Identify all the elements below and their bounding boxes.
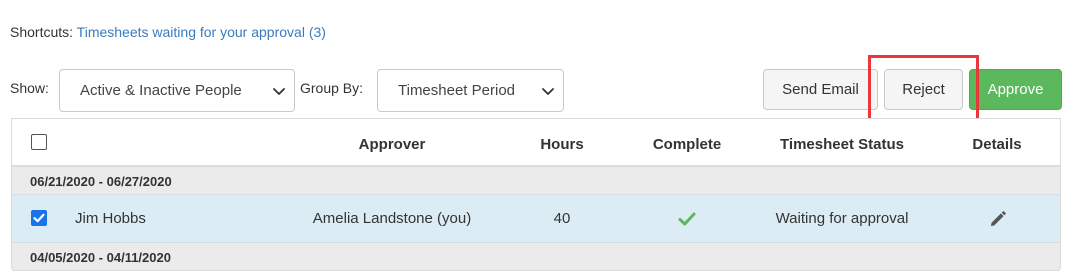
show-select-value: Active & Inactive People	[80, 82, 242, 99]
table-row[interactable]: Jim Hobbs Amelia Landstone (you) 40 Wait…	[12, 195, 1060, 243]
header-approver[interactable]: Approver	[302, 119, 482, 167]
employee-name[interactable]: Jim Hobbs	[75, 195, 146, 243]
group-by-select-value: Timesheet Period	[398, 82, 515, 99]
header-hours[interactable]: Hours	[512, 119, 612, 167]
header-timesheet-status[interactable]: Timesheet Status	[762, 119, 922, 167]
group-by-select[interactable]: Timesheet Period	[377, 69, 564, 112]
chevron-down-icon	[273, 87, 285, 95]
check-icon	[678, 212, 696, 226]
group-by-label: Group By:	[300, 80, 364, 96]
timesheet-table: Approver Hours Complete Timesheet Status…	[11, 118, 1061, 271]
group-row-period: 04/05/2020 - 04/11/2020	[12, 243, 1060, 271]
group-row-period: 06/21/2020 - 06/27/2020	[12, 167, 1060, 195]
approve-button[interactable]: Approve	[969, 69, 1062, 110]
shortcuts-bar: Shortcuts: Timesheets waiting for your a…	[10, 24, 326, 40]
reject-highlight-annotation	[868, 55, 979, 126]
timesheet-status: Waiting for approval	[775, 210, 909, 227]
header-details: Details	[972, 136, 1022, 153]
row-select-checkbox[interactable]	[31, 210, 47, 226]
header-complete[interactable]: Complete	[632, 119, 742, 167]
show-label: Show:	[10, 80, 49, 96]
shortcuts-label: Shortcuts:	[10, 24, 74, 40]
table-header: Approver Hours Complete Timesheet Status…	[12, 119, 1060, 167]
check-icon	[32, 213, 45, 222]
send-email-button[interactable]: Send Email	[763, 69, 878, 110]
hours-value: 40	[553, 210, 571, 227]
show-select[interactable]: Active & Inactive People	[59, 69, 295, 112]
chevron-down-icon	[542, 87, 554, 95]
complete-indicator	[632, 195, 742, 243]
shortcut-link-awaiting-approval[interactable]: Timesheets waiting for your approval (3)	[77, 24, 326, 40]
select-all-checkbox[interactable]	[31, 134, 47, 150]
pencil-icon	[990, 210, 1006, 226]
approver-name: Amelia Landstone (you)	[312, 210, 472, 227]
details-edit-button[interactable]	[962, 195, 1032, 243]
